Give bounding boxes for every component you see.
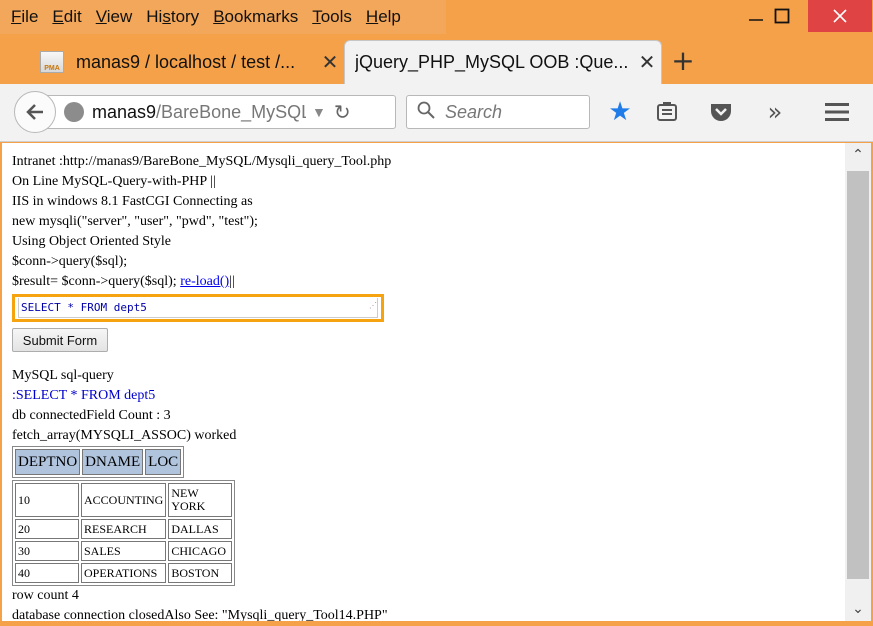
globe-icon [64, 102, 84, 122]
phpmyadmin-icon: PMA [40, 51, 64, 73]
reload-icon[interactable]: ↻ [334, 100, 351, 125]
scroll-down-arrow-icon[interactable]: ⌄ [845, 601, 871, 621]
tab-phpmyadmin[interactable]: PMA manas9 / localhost / test /... ✕ [26, 40, 344, 84]
scroll-up-arrow-icon[interactable]: ⌃ [845, 147, 871, 167]
url-bar[interactable]: manas9/BareBone_MySQL/Mysqli_query_Tool.… [44, 95, 396, 129]
back-button[interactable] [14, 91, 56, 133]
menu-edit[interactable]: Edit [52, 7, 81, 27]
text-line: $conn->query($sql); [12, 254, 128, 269]
tab-title: jQuery_PHP_MySQL OOB :Que... [355, 52, 629, 72]
table-cell: 40 [15, 563, 79, 583]
menu-file[interactable]: File [11, 7, 38, 27]
tab-strip: PMA manas9 / localhost / test /... ✕ jQu… [0, 34, 873, 84]
table-row: 10 ACCOUNTING NEW YORK [15, 483, 233, 517]
row-count-line: row count 4 [12, 588, 79, 603]
query-textarea-highlight: SELECT * FROM dept5 ⋰ [12, 294, 384, 322]
result-heading: MySQL sql-query [12, 368, 114, 383]
column-header: DEPTNO [15, 449, 81, 475]
table-cell: OPERATIONS [81, 563, 167, 583]
tab-jquery-php-mysql[interactable]: jQuery_PHP_MySQL OOB :Que... ✕ [344, 40, 662, 84]
text-line: Using Object Oriented Style [12, 234, 172, 249]
reading-list-icon[interactable] [652, 97, 682, 127]
maximize-icon [774, 8, 790, 24]
data-table: 10 ACCOUNTING NEW YORK 20 RESEARCH DALLA… [12, 480, 236, 586]
field-count-line: db connectedField Count : 3 [12, 408, 171, 423]
scrollbar-thumb[interactable] [847, 171, 869, 579]
url-host: manas9 [92, 101, 157, 122]
reload-link[interactable]: re-load() [180, 274, 229, 289]
table-cell: 10 [15, 483, 79, 517]
search-placeholder: Search [445, 101, 503, 122]
search-input[interactable]: Search [406, 95, 590, 129]
vertical-scrollbar[interactable]: ⌃ ⌄ [845, 143, 871, 621]
table-cell: ACCOUNTING [81, 483, 167, 517]
table-cell: SALES [81, 541, 167, 561]
text-line: On Line MySQL-Query-with-PHP || [12, 174, 216, 189]
column-header: LOC [145, 449, 182, 475]
result-query: :SELECT * FROM dept5 [12, 388, 156, 403]
results-section: MySQL sql-query :SELECT * FROM dept5 db … [12, 366, 845, 446]
hamburger-menu-icon[interactable] [822, 97, 852, 127]
page-content: Intranet :http://manas9/BareBone_MySQL/M… [2, 143, 845, 621]
menu-list: File Edit View History Bookmarks Tools H… [0, 0, 446, 34]
text-line: IIS in windows 8.1 FastCGI Connecting as [12, 194, 253, 209]
menu-bookmarks[interactable]: Bookmarks [213, 7, 298, 27]
maximize-button[interactable] [757, 0, 807, 32]
pocket-icon[interactable] [706, 97, 736, 127]
text-line: new mysqli("server", "user", "pwd", "tes… [12, 214, 258, 229]
menu-bar: File Edit View History Bookmarks Tools H… [0, 0, 873, 34]
chevron-down-icon[interactable]: ▼ [312, 104, 326, 120]
close-icon [833, 9, 847, 23]
table-cell: 30 [15, 541, 79, 561]
table-cell: NEW YORK [168, 483, 233, 517]
table-cell: CHICAGO [168, 541, 233, 561]
text-line: Intranet :http://manas9/BareBone_MySQL/M… [12, 154, 392, 169]
submit-form-button[interactable]: Submit Form [12, 328, 108, 352]
table-row: 20 RESEARCH DALLAS [15, 519, 233, 539]
result-line: $result= $conn->query($sql); re-load()|| [12, 274, 235, 289]
tab-close-icon[interactable]: ✕ [633, 50, 661, 75]
menu-history[interactable]: History [146, 7, 199, 27]
menu-tools[interactable]: Tools [312, 7, 352, 27]
navigation-bar: manas9/BareBone_MySQL/Mysqli_query_Tool.… [0, 84, 873, 142]
closing-line: database connection closedAlso See: "Mys… [12, 608, 388, 621]
menu-help[interactable]: Help [366, 7, 401, 27]
new-tab-button[interactable]: + [668, 42, 698, 78]
table-cell: 20 [15, 519, 79, 539]
table-cell: BOSTON [168, 563, 233, 583]
table-cell: DALLAS [168, 519, 233, 539]
table-cell: RESEARCH [81, 519, 167, 539]
overflow-chevrons-icon[interactable]: » [760, 97, 790, 127]
bookmark-star-icon[interactable]: ★ [605, 97, 635, 127]
resize-grip-icon[interactable]: ⋰ [369, 296, 377, 316]
window-frame-bottom [0, 621, 873, 626]
fetch-line: fetch_array(MYSQLI_ASSOC) worked [12, 428, 237, 443]
search-icon [417, 101, 435, 124]
table-row: 30 SALES CHICAGO [15, 541, 233, 561]
query-textarea[interactable]: SELECT * FROM dept5 [18, 298, 378, 318]
url-path: /BareBone_MySQL/Mysqli_query_Tool.php [156, 101, 306, 122]
plus-icon: + [671, 43, 695, 77]
menu-view[interactable]: View [96, 7, 133, 27]
tab-title: manas9 / localhost / test /... [76, 51, 296, 72]
column-header-table: DEPTNO DNAME LOC [12, 446, 185, 478]
table-row: 40 OPERATIONS BOSTON [15, 563, 233, 583]
tab-close-icon[interactable]: ✕ [316, 50, 344, 75]
column-header: DNAME [82, 449, 144, 475]
back-arrow-icon [26, 104, 43, 120]
window-close-button[interactable] [808, 0, 872, 32]
